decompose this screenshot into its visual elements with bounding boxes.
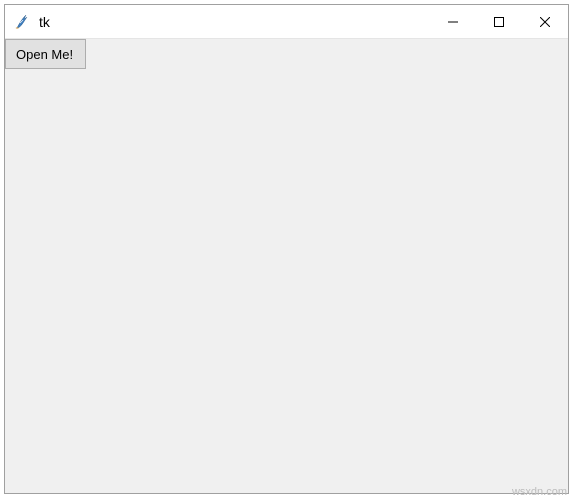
minimize-icon xyxy=(448,17,458,27)
client-area: Open Me! xyxy=(5,39,568,493)
minimize-button[interactable] xyxy=(430,5,476,38)
maximize-button[interactable] xyxy=(476,5,522,38)
watermark-text: wsxdn.com xyxy=(512,486,567,498)
maximize-icon xyxy=(494,17,504,27)
close-button[interactable] xyxy=(522,5,568,38)
open-me-button[interactable]: Open Me! xyxy=(5,39,86,69)
window-controls xyxy=(430,5,568,38)
open-me-button-label: Open Me! xyxy=(16,47,73,62)
close-icon xyxy=(540,17,550,27)
window-title: tk xyxy=(39,14,430,30)
application-window: tk Open Me! xyxy=(4,4,569,494)
titlebar: tk xyxy=(5,5,568,39)
tk-feather-icon xyxy=(13,13,31,31)
